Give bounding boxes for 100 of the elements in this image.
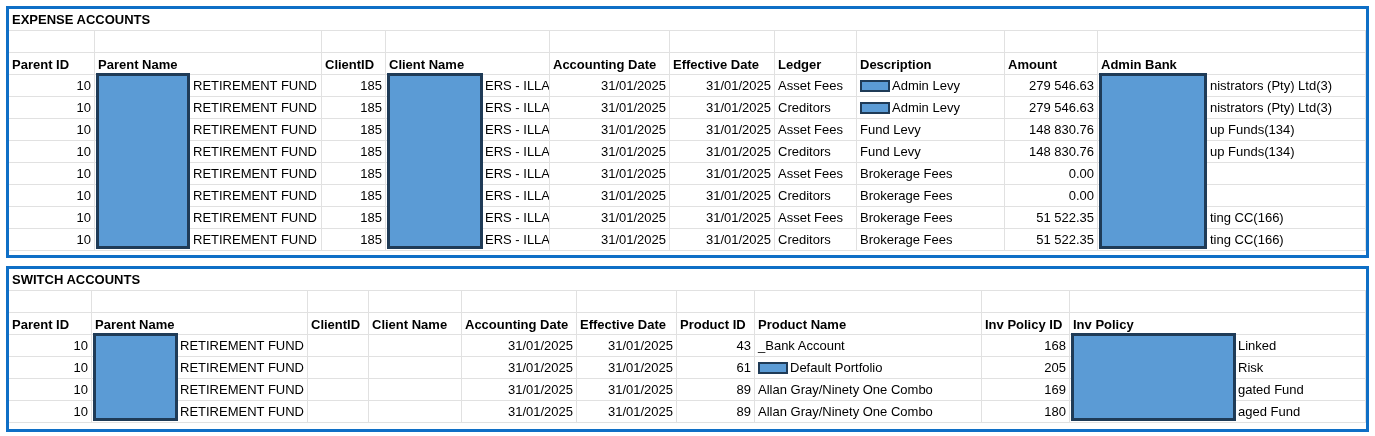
table-cell-text: 185	[360, 186, 382, 205]
table-cell-text: 0.00	[1068, 164, 1094, 183]
table-cell-text: Creditors	[778, 98, 831, 117]
table-cell-text: 10	[76, 186, 91, 205]
table-cell-text: aged Fund	[1238, 402, 1301, 421]
table-cell-text: Creditors	[778, 230, 831, 249]
table-cell-text: 10	[76, 76, 91, 95]
table-cell-text: 31/01/2025	[507, 358, 573, 377]
table-cell-text: 205	[1044, 358, 1066, 377]
table-cell-text: 148 830.76	[1028, 120, 1094, 139]
table-cell-text: Brokerage Fees	[860, 164, 953, 183]
table-cell-text: 10	[76, 120, 91, 139]
table-cell-text: 51 522.35	[1036, 230, 1094, 249]
table-cell-text: 169	[1044, 380, 1066, 399]
table-cell-text: 279 546.63	[1028, 98, 1094, 117]
column-header: Parent ID	[12, 55, 70, 74]
column-header: ClientID	[311, 315, 361, 334]
table-cell-text: 10	[76, 164, 91, 183]
column-header: ClientID	[325, 55, 375, 74]
table-cell-text: 148 830.76	[1028, 142, 1094, 161]
table-cell-text: 89	[736, 380, 751, 399]
table-cell-text: 31/01/2025	[607, 336, 673, 355]
table-cell-text: 10	[76, 142, 91, 161]
table-cell-text: 10	[73, 336, 88, 355]
table-cell-text: 185	[360, 230, 382, 249]
table-cell-text: nistrators (Pty) Ltd(3)	[1210, 98, 1333, 117]
table-cell-text: ting CC(166)	[1210, 208, 1284, 227]
table-cell-text: Creditors	[778, 186, 831, 205]
table-cell-text: Asset Fees	[778, 76, 844, 95]
column-header: Ledger	[778, 55, 822, 74]
table-cell-text: 31/01/2025	[507, 336, 573, 355]
table-cell-text: 31/01/2025	[600, 164, 666, 183]
table-cell-text: Creditors	[778, 142, 831, 161]
table-cell-text: _Bank Account	[758, 336, 845, 355]
column-header: Effective Date	[673, 55, 759, 74]
table-cell-text: 61	[736, 358, 751, 377]
table-cell-text: 180	[1044, 402, 1066, 421]
table-cell-text: RETIREMENT FUND	[193, 120, 317, 139]
table-cell-text: RETIREMENT FUND	[180, 402, 304, 421]
table-cell-text: 31/01/2025	[705, 230, 771, 249]
table-cell-text: 89	[736, 402, 751, 421]
table-cell-text: 31/01/2025	[607, 402, 673, 421]
table-cell-text: 185	[360, 98, 382, 117]
table-cell-text: 10	[76, 208, 91, 227]
table-cell-text: 168	[1044, 336, 1066, 355]
table-cell-text: 10	[73, 402, 88, 421]
column-header: Parent ID	[12, 315, 70, 334]
table-cell-text: 10	[73, 380, 88, 399]
column-header: Effective Date	[580, 315, 666, 334]
table-cell-text: Allan Gray/Ninety One Combo	[758, 402, 933, 421]
column-header: Description	[860, 55, 932, 74]
table-title: SWITCH ACCOUNTS	[12, 270, 141, 289]
table-cell-text: 31/01/2025	[600, 208, 666, 227]
table-cell-text: Asset Fees	[778, 164, 844, 183]
table-cell-text: RETIREMENT FUND	[180, 358, 304, 377]
table-cell-text: Allan Gray/Ninety One Combo	[758, 380, 933, 399]
column-header: Client Name	[389, 55, 465, 74]
column-header: Admin Bank	[1101, 55, 1177, 74]
table-cell-text: up Funds(134)	[1210, 120, 1295, 139]
table-cell-text: 31/01/2025	[705, 208, 771, 227]
table-cell-text: 10	[76, 230, 91, 249]
table-cell-text: 31/01/2025	[705, 142, 771, 161]
table-cell-text: Asset Fees	[778, 208, 844, 227]
table-cell-text: Admin Levy	[892, 98, 960, 117]
table-cell-text: RETIREMENT FUND	[193, 164, 317, 183]
table-cell-text: nistrators (Pty) Ltd(3)	[1210, 76, 1333, 95]
column-header: Accounting Date	[553, 55, 657, 74]
table-cell-text: 31/01/2025	[705, 164, 771, 183]
table-cell-text: 31/01/2025	[600, 120, 666, 139]
column-header: Inv Policy	[1073, 315, 1134, 334]
table-cell-text: 51 522.35	[1036, 208, 1094, 227]
table-cell-text: RETIREMENT FUND	[180, 380, 304, 399]
table-cell-text: Default Portfolio	[790, 358, 883, 377]
table-cell-text: 43	[736, 336, 751, 355]
table-cell-text: 31/01/2025	[507, 380, 573, 399]
table-cell-text: Admin Levy	[892, 76, 960, 95]
table-cell-text: ting CC(166)	[1210, 230, 1284, 249]
table-cell-text: up Funds(134)	[1210, 142, 1295, 161]
table-title: EXPENSE ACCOUNTS	[12, 10, 151, 29]
table-cell-text: RETIREMENT FUND	[193, 230, 317, 249]
table-cell-text: Linked	[1238, 336, 1277, 355]
table-cell-text: 31/01/2025	[705, 120, 771, 139]
column-header: Product ID	[680, 315, 746, 334]
column-header: Parent Name	[98, 55, 178, 74]
column-header: Client Name	[372, 315, 448, 334]
table-cell-text: 31/01/2025	[705, 98, 771, 117]
table-cell-text: 185	[360, 164, 382, 183]
table-cell-text: Brokerage Fees	[860, 208, 953, 227]
table-cell-text: 31/01/2025	[607, 358, 673, 377]
table-cell-text: RETIREMENT FUND	[193, 98, 317, 117]
table-cell-text: 10	[73, 358, 88, 377]
table-cell-text: Brokerage Fees	[860, 230, 953, 249]
table-cell-text: 31/01/2025	[607, 380, 673, 399]
table-cell-text: RETIREMENT FUND	[193, 208, 317, 227]
table-cell-text: 31/01/2025	[600, 142, 666, 161]
table-cell-text: 31/01/2025	[705, 76, 771, 95]
table-cell-text: gated Fund	[1238, 380, 1304, 399]
table-cell-text: RETIREMENT FUND	[193, 186, 317, 205]
column-header: Accounting Date	[465, 315, 569, 334]
table-cell-text: Risk	[1238, 358, 1264, 377]
